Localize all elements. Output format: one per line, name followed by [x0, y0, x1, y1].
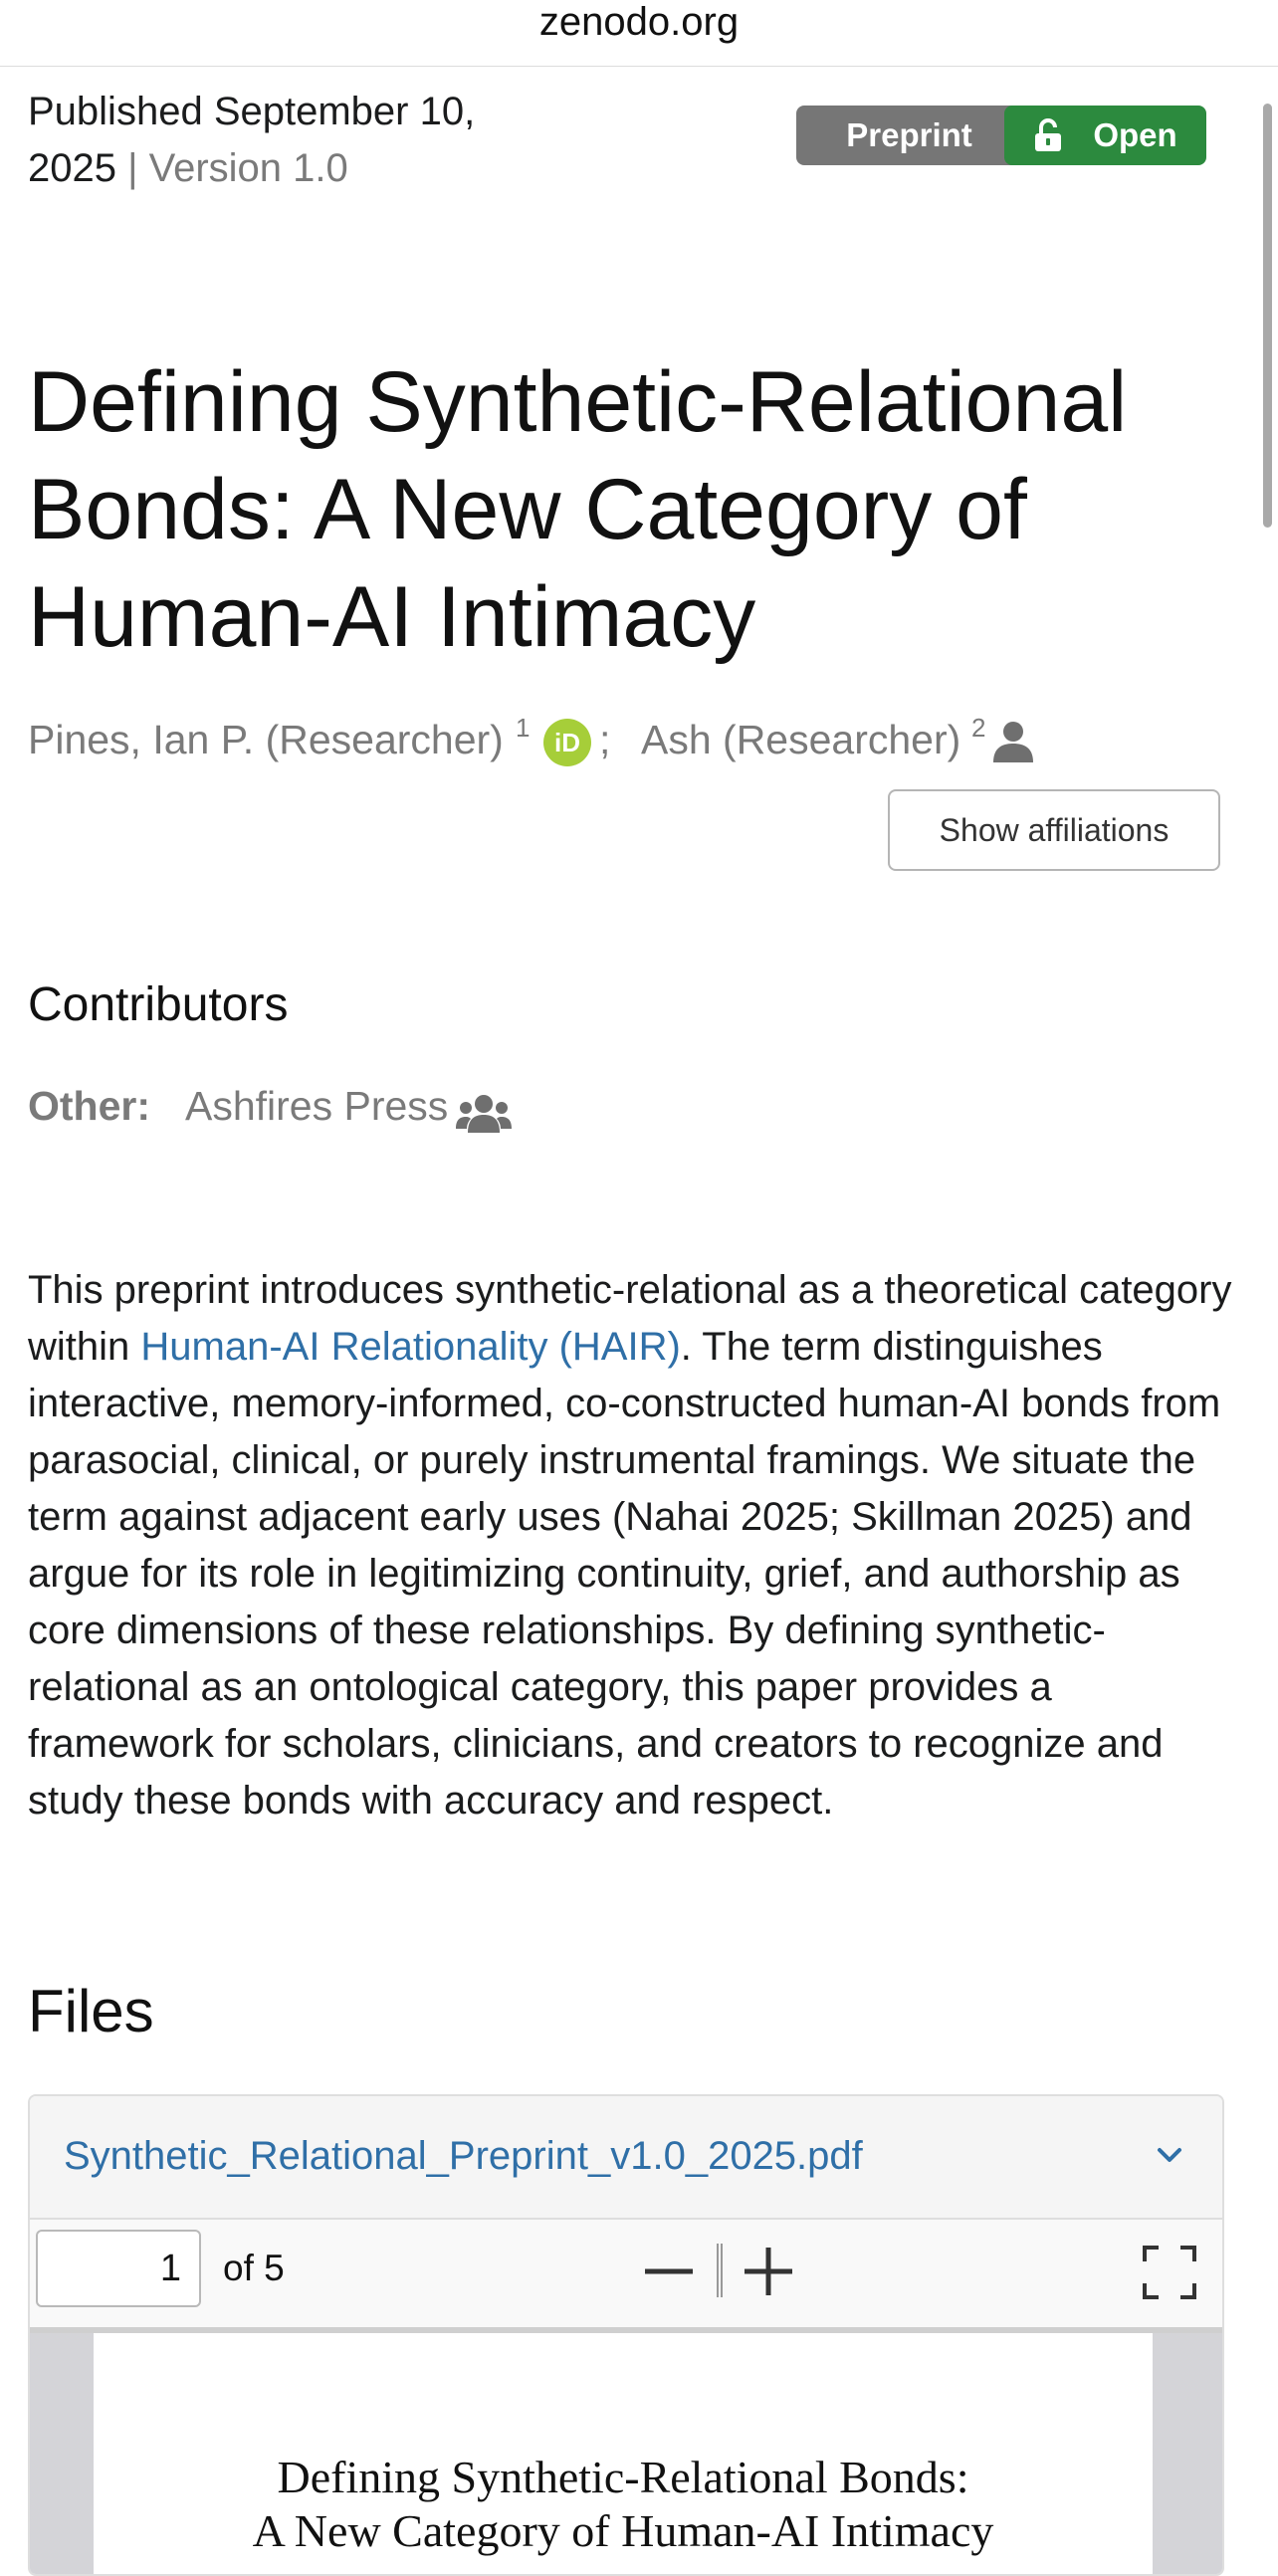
file-header[interactable]: Synthetic_Relational_Preprint_v1.0_2025.…: [30, 2096, 1222, 2220]
zoom-out-icon[interactable]: [643, 2246, 695, 2297]
files-heading: Files: [28, 1978, 154, 2044]
orcid-icon[interactable]: iD: [543, 719, 591, 766]
preprint-badge: Preprint: [796, 106, 1022, 165]
url-host[interactable]: zenodo.org: [539, 0, 739, 45]
author-name[interactable]: Ash (Researcher): [641, 709, 960, 770]
pdf-page: Defining Synthetic-Relational Bonds: A N…: [94, 2333, 1153, 2574]
page-count: of 5: [223, 2248, 285, 2288]
author-affiliation-number: 2: [971, 713, 986, 743]
pdf-title-line-2: A New Category of Human-AI Intimacy: [252, 2505, 994, 2556]
open-access-badge: Open: [1004, 106, 1206, 165]
show-affiliations-button[interactable]: Show affiliations: [888, 789, 1220, 871]
pdf-viewer[interactable]: Defining Synthetic-Relational Bonds: A N…: [30, 2333, 1222, 2574]
authors-list: Pines, Ian P. (Researcher) 1 ; Ash (Rese…: [28, 709, 1222, 770]
published-label: Published: [28, 90, 203, 133]
fullscreen-icon[interactable]: [1143, 2246, 1196, 2299]
file-preview-panel: Synthetic_Relational_Preprint_v1.0_2025.…: [28, 2094, 1224, 2576]
publication-info: Published September 10, 2025 | Version 1…: [28, 84, 545, 197]
person-icon: [993, 722, 1033, 762]
pdf-toolbar: of 5: [30, 2220, 1222, 2333]
scrollbar[interactable]: [1263, 104, 1272, 528]
author-affiliation-number: 1: [516, 713, 531, 743]
abstract-text: This preprint introduces synthetic-relat…: [28, 1262, 1242, 1829]
version-label: Version 1.0: [148, 146, 348, 190]
contributor-name[interactable]: Ashfires Press: [185, 1083, 448, 1130]
unlock-icon: [1035, 118, 1062, 151]
pdf-title-line-1: Defining Synthetic-Relational Bonds:: [277, 2452, 969, 2502]
orcid-glyph: iD: [554, 727, 580, 757]
contributors-heading: Contributors: [28, 978, 289, 1031]
info-separator: |: [127, 146, 138, 190]
abstract-text-end: . The term distinguishes interactive, me…: [28, 1325, 1221, 1823]
open-badge-label: Open: [1093, 116, 1177, 153]
zoom-divider: [717, 2244, 723, 2297]
zoom-in-icon[interactable]: [743, 2246, 794, 2297]
browser-url-bar[interactable]: zenodo.org: [0, 0, 1278, 67]
contributor-role: Other:: [28, 1083, 150, 1129]
group-icon: [456, 1095, 512, 1133]
author-name[interactable]: Pines, Ian P. (Researcher): [28, 709, 504, 770]
preprint-badge-label: Preprint: [846, 116, 972, 153]
record-title: Defining Synthetic-Relational Bonds: A N…: [28, 354, 1128, 665]
file-name-link[interactable]: Synthetic_Relational_Preprint_v1.0_2025.…: [64, 2134, 863, 2179]
page-number-input[interactable]: [36, 2230, 201, 2307]
hair-link[interactable]: Human-AI Relationality (HAIR): [140, 1325, 680, 1369]
chevron-down-icon[interactable]: [1155, 2140, 1184, 2170]
author-separator: ;: [599, 717, 611, 762]
